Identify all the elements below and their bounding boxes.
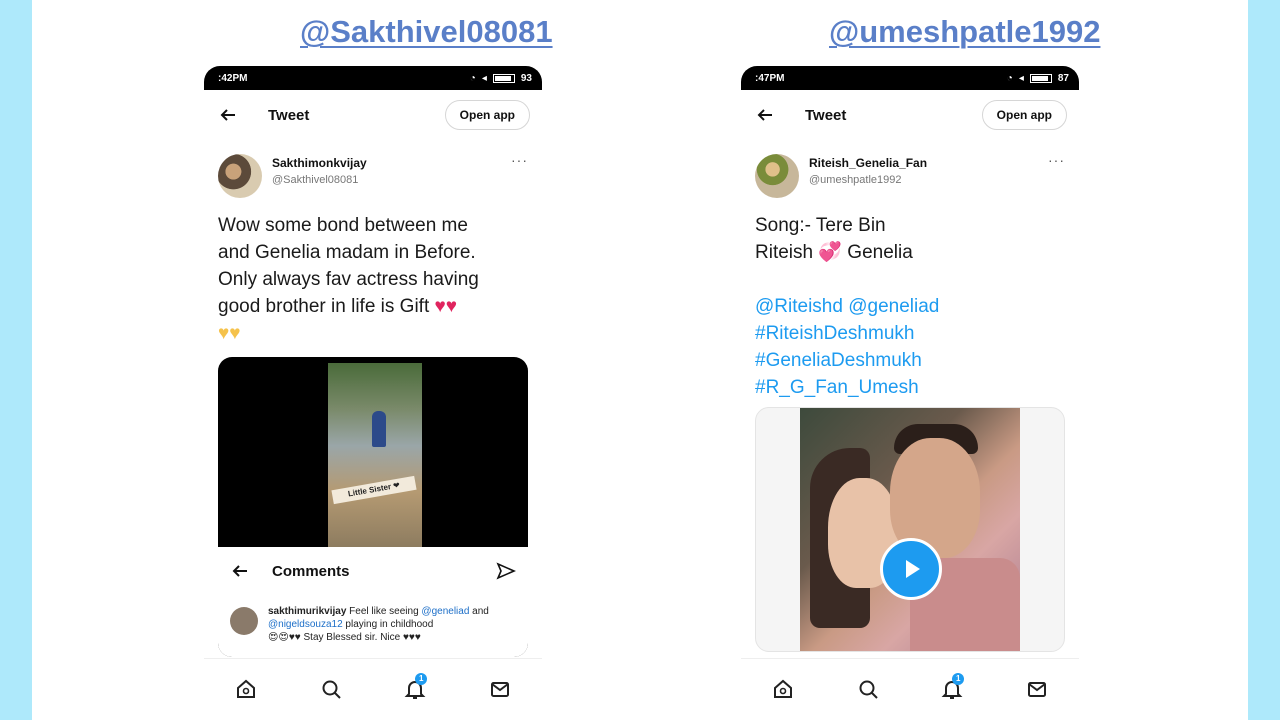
play-icon bbox=[906, 560, 920, 578]
video-thumbnail bbox=[800, 408, 1020, 651]
tweet-text: Wow some bond between me and Genelia mad… bbox=[204, 198, 542, 347]
status-bar: :42PM ◔ ◂ 93 bbox=[204, 66, 542, 90]
bottom-nav: 1 bbox=[204, 658, 542, 718]
open-app-button[interactable]: Open app bbox=[444, 100, 530, 130]
battery-level: 87 bbox=[1057, 72, 1069, 84]
battery-icon bbox=[1029, 73, 1052, 83]
child-figure bbox=[372, 411, 386, 447]
tweet-topbar: Tweet Open app bbox=[204, 90, 542, 140]
tweet-media-video[interactable] bbox=[755, 407, 1065, 652]
nav-messages[interactable] bbox=[1023, 675, 1051, 703]
home-icon bbox=[237, 679, 256, 698]
comment-item: sakthimurikvijay Feel like seeing @genel… bbox=[218, 595, 528, 644]
sticker-label: Little Sister ❤ bbox=[331, 475, 417, 505]
open-app-button[interactable]: Open app bbox=[981, 100, 1067, 130]
comments-panel: Comments sakthimurikvijay Feel like seei… bbox=[218, 547, 528, 657]
username[interactable]: @Sakthivel08081 bbox=[272, 174, 367, 186]
comments-header: Comments bbox=[218, 547, 528, 595]
notification-badge: 1 bbox=[952, 672, 965, 685]
status-bar: :47PM ◔ ◂ 87 bbox=[741, 66, 1079, 90]
more-options-icon[interactable]: ··· bbox=[511, 152, 528, 168]
topbar-title: Tweet bbox=[805, 106, 847, 124]
comment-pre: Feel like seeing bbox=[346, 606, 422, 617]
status-icons: ◔ ◂ 93 bbox=[470, 73, 532, 84]
nav-search[interactable] bbox=[854, 675, 882, 703]
nav-notifications[interactable]: 1 bbox=[938, 672, 966, 703]
home-icon bbox=[774, 679, 793, 698]
signal-icon: ◂ bbox=[481, 72, 487, 84]
display-name[interactable]: Sakthimonkvijay bbox=[272, 156, 367, 170]
wifi-icon: ◔ bbox=[469, 72, 476, 84]
tweet-author: Sakthimonkvijay @Sakthivel08081 ··· bbox=[204, 140, 542, 198]
send-icon bbox=[496, 562, 516, 580]
search-icon bbox=[859, 680, 878, 699]
back-arrow-icon[interactable] bbox=[218, 105, 238, 125]
tweet-topbar: Tweet Open app bbox=[741, 90, 1079, 140]
comment-mid: and bbox=[469, 606, 489, 617]
username[interactable]: @umeshpatle1992 bbox=[809, 174, 927, 186]
notification-badge: 1 bbox=[415, 672, 428, 685]
mail-icon bbox=[490, 681, 509, 697]
back-arrow-icon[interactable] bbox=[755, 105, 775, 125]
hashtag-link[interactable]: #GeneliaDeshmukh bbox=[755, 347, 1065, 374]
right-phone-screenshot: :47PM ◔ ◂ 87 Tweet Open app Riteish_Gene… bbox=[741, 66, 1079, 718]
display-name[interactable]: Riteish_Genelia_Fan bbox=[809, 156, 927, 170]
battery-icon bbox=[492, 73, 515, 83]
tweet-mentions: @Riteishd @geneliad #RiteishDeshmukh #Ge… bbox=[741, 293, 1079, 401]
nav-messages[interactable] bbox=[486, 675, 514, 703]
nav-home[interactable] bbox=[232, 675, 260, 703]
tweet-text: Song:- Tere Bin Riteish 💞 Genelia bbox=[755, 215, 913, 263]
avatar[interactable] bbox=[218, 154, 262, 198]
comment-text: sakthimurikvijay Feel like seeing @genel… bbox=[268, 605, 516, 644]
search-icon bbox=[322, 680, 341, 699]
tweet-media-video[interactable]: Little Sister ❤ Comments sakthimurikvija… bbox=[218, 357, 528, 657]
nav-notifications[interactable]: 1 bbox=[401, 672, 429, 703]
status-icons: ◔ ◂ 87 bbox=[1007, 73, 1069, 84]
hashtag-link[interactable]: #RiteishDeshmukh bbox=[755, 320, 1065, 347]
battery-level: 93 bbox=[520, 72, 532, 84]
comment-line2: 😍😍♥♥ Stay Blessed sir. Nice ♥♥♥ bbox=[268, 632, 421, 643]
video-thumbnail: Little Sister ❤ bbox=[328, 363, 422, 547]
comment-mention: @geneliad bbox=[421, 606, 470, 617]
play-button[interactable] bbox=[880, 538, 942, 600]
mail-icon bbox=[1027, 681, 1046, 697]
nav-search[interactable] bbox=[317, 675, 345, 703]
more-options-icon[interactable]: ··· bbox=[1048, 152, 1065, 168]
comment-post: playing in childhood bbox=[342, 619, 434, 630]
avatar[interactable] bbox=[755, 154, 799, 198]
back-arrow-icon bbox=[232, 565, 247, 577]
comments-title: Comments bbox=[272, 562, 350, 580]
tweet-author: Riteish_Genelia_Fan @umeshpatle1992 ··· bbox=[741, 140, 1079, 198]
signal-icon: ◂ bbox=[1018, 72, 1024, 84]
status-time: :42PM bbox=[218, 72, 248, 84]
red-hearts: ♥♥ bbox=[434, 296, 458, 317]
status-time: :47PM bbox=[755, 72, 785, 84]
nav-home[interactable] bbox=[769, 675, 797, 703]
avatar bbox=[230, 607, 258, 635]
wifi-icon: ◔ bbox=[1006, 72, 1013, 84]
bottom-nav: 1 bbox=[741, 658, 1079, 718]
left-phone-screenshot: :42PM ◔ ◂ 93 Tweet Open app Sakthimonkvi… bbox=[204, 66, 542, 718]
comment-mention: @nigeldsouza12 bbox=[268, 619, 343, 630]
topbar-title: Tweet bbox=[268, 106, 310, 124]
yellow-hearts: ♥♥ bbox=[218, 323, 241, 344]
mention-link[interactable]: @Riteishd @geneliad bbox=[755, 293, 1065, 320]
comment-user: sakthimurikvijay bbox=[268, 606, 347, 617]
left-handle-title: @Sakthivel08081 bbox=[300, 14, 553, 49]
hashtag-link[interactable]: #R_G_Fan_Umesh bbox=[755, 374, 1065, 401]
right-handle-title: @umeshpatle1992 bbox=[829, 14, 1101, 49]
